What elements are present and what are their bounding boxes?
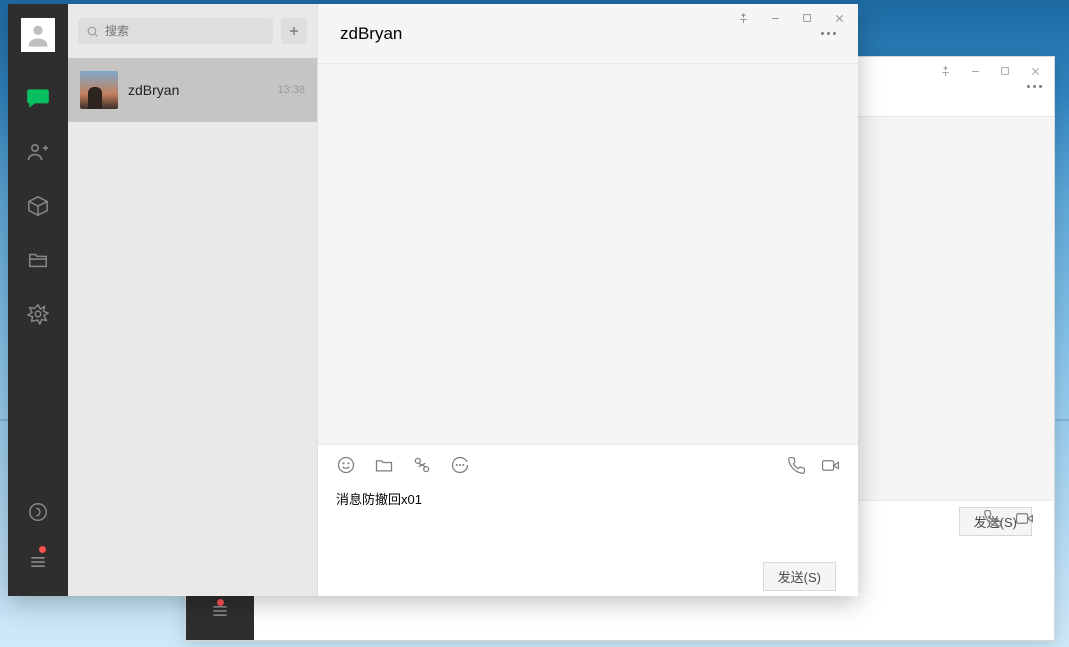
search-icon [86, 25, 99, 38]
message-composer: 发送(S) [318, 444, 858, 596]
conversation-name: zdBryan [128, 82, 267, 98]
minimize-button[interactable] [760, 6, 790, 30]
voice-call-icon[interactable] [982, 508, 1002, 528]
collect-tab-icon[interactable] [24, 192, 52, 220]
user-avatar[interactable] [21, 18, 55, 52]
file-icon[interactable] [374, 455, 394, 475]
emoji-icon[interactable] [336, 455, 356, 475]
notification-dot [217, 599, 224, 606]
conversation-list-panel: zdBryan 13:38 [68, 4, 318, 596]
more-icon[interactable] [1027, 85, 1042, 88]
screenshot-icon[interactable] [412, 455, 432, 475]
music-icon[interactable] [24, 498, 52, 526]
miniprogram-tab-icon[interactable] [24, 300, 52, 328]
conversation-item[interactable]: zdBryan 13:38 [68, 58, 317, 122]
contacts-tab-icon[interactable] [24, 138, 52, 166]
search-input[interactable] [78, 18, 273, 44]
main-chat-window: zdBryan 13:38 zdBryan [8, 4, 858, 596]
window-controls [728, 4, 858, 32]
files-tab-icon[interactable] [24, 246, 52, 274]
video-call-icon[interactable] [1014, 508, 1034, 528]
chat-panel: zdBryan [318, 4, 858, 596]
more-icon[interactable] [821, 32, 836, 35]
chat-title: zdBryan [340, 24, 402, 44]
menu-button[interactable] [24, 548, 52, 576]
new-chat-button[interactable] [281, 18, 307, 44]
conversation-list: zdBryan 13:38 [68, 58, 317, 596]
menu-button[interactable] [210, 601, 230, 626]
voice-call-icon[interactable] [786, 455, 806, 475]
pin-button[interactable] [728, 6, 758, 30]
chat-tab-icon[interactable] [24, 84, 52, 112]
conversation-avatar [80, 71, 118, 109]
main-sidebar [8, 4, 68, 596]
message-input[interactable] [336, 489, 840, 549]
close-button[interactable] [824, 6, 854, 30]
maximize-button[interactable] [792, 6, 822, 30]
notification-dot [39, 546, 46, 553]
search-field[interactable] [105, 24, 265, 38]
video-call-icon[interactable] [820, 455, 840, 475]
chat-history-icon[interactable] [450, 455, 470, 475]
send-button[interactable]: 发送(S) [763, 562, 836, 591]
conversation-time: 13:38 [277, 84, 305, 96]
message-area[interactable] [318, 64, 858, 444]
